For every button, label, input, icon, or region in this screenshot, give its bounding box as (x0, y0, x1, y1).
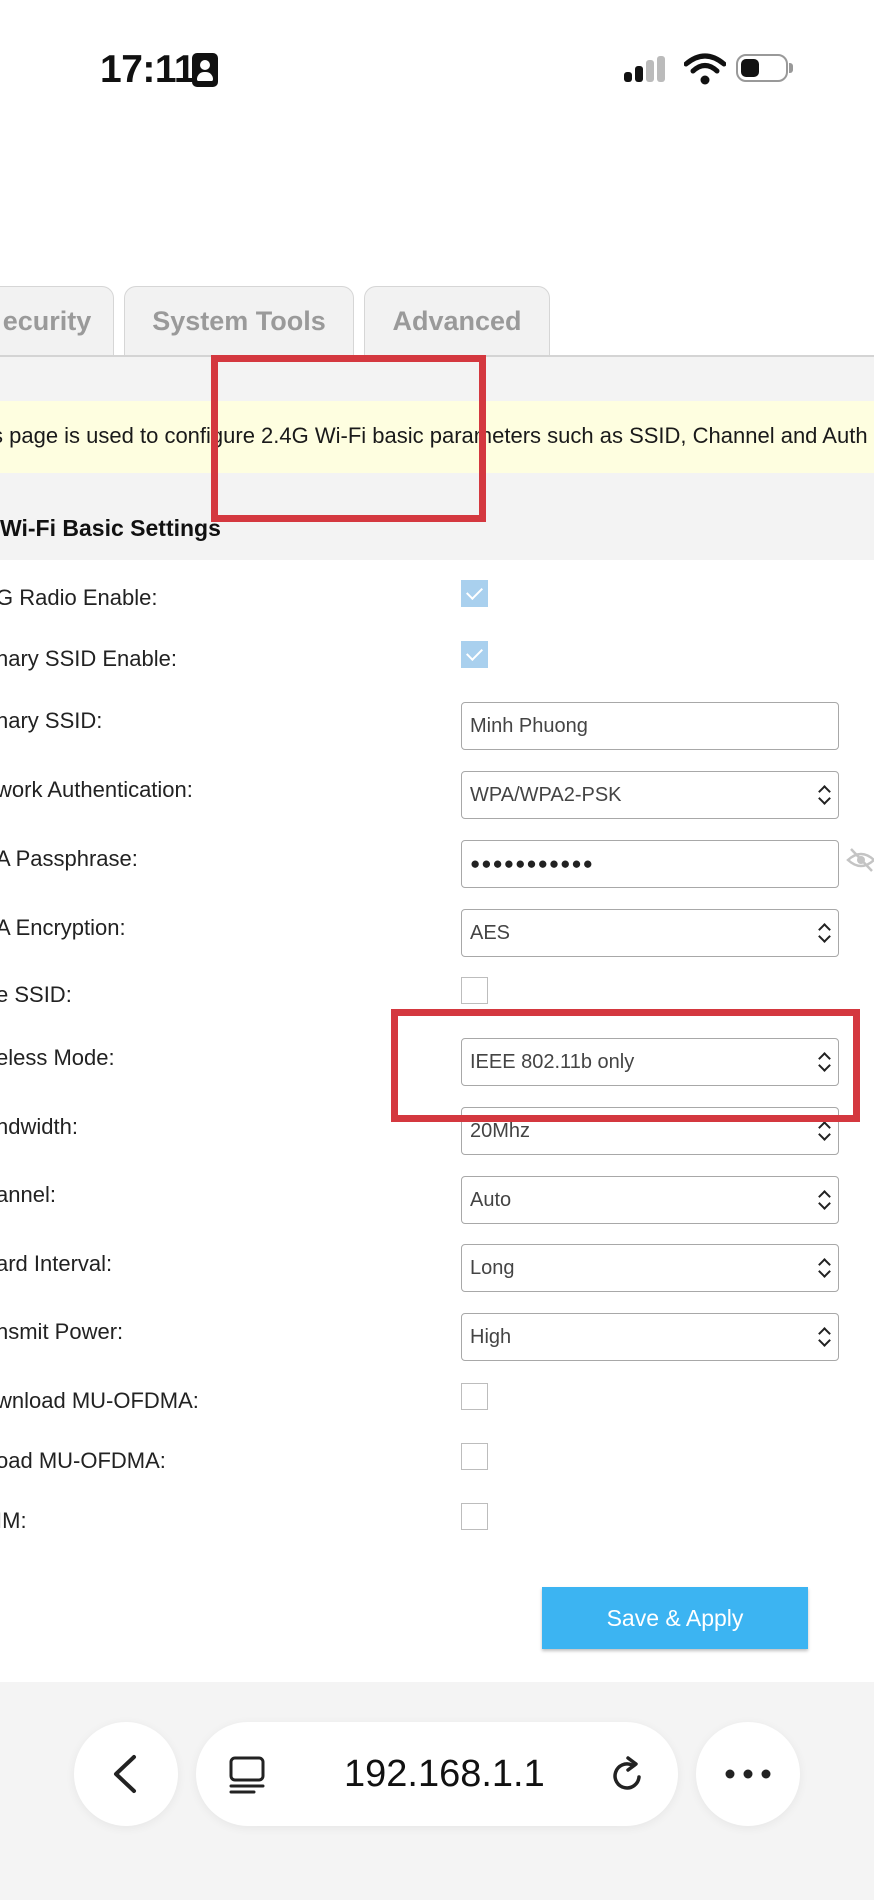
dl-mu-ofdma-checkbox[interactable] (461, 1383, 488, 1410)
eye-slash-icon[interactable] (846, 846, 874, 874)
select-chevron-icon (818, 1254, 830, 1282)
contact-card-icon (192, 53, 218, 87)
transmit-power-select[interactable]: High (461, 1313, 839, 1361)
guard-interval-select[interactable]: Long (461, 1244, 839, 1292)
wireless-mode-label: eless Mode: (0, 1045, 115, 1070)
channel-label: annel: (0, 1182, 56, 1207)
transmit-power-value: High (470, 1326, 512, 1348)
wmm-label: IM: (0, 1508, 27, 1533)
hide-ssid-label: e SSID: (0, 982, 72, 1007)
wmm-checkbox[interactable] (461, 1503, 488, 1530)
tab-advanced[interactable]: Advanced (364, 286, 550, 356)
radio-enable-label: G Radio Enable: (0, 585, 158, 610)
primary-ssid-input[interactable]: Minh Phuong (461, 702, 839, 750)
address-bar[interactable]: 192.168.1.1 (196, 1722, 678, 1826)
passphrase-value: ●●●●●●●●●●● (470, 854, 594, 873)
passphrase-input[interactable]: ●●●●●●●●●●● (461, 840, 839, 888)
encryption-select[interactable]: AES (461, 909, 839, 957)
bandwidth-value: 20Mhz (470, 1120, 531, 1142)
url-text: 192.168.1.1 (344, 1753, 545, 1795)
channel-value: Auto (470, 1189, 512, 1211)
tab-system-tools-label: System Tools (152, 306, 326, 336)
highlight-box-wireless-mode (391, 1009, 860, 1122)
select-chevron-icon (818, 919, 830, 947)
encryption-value: AES (470, 922, 511, 944)
dl-mu-ofdma-label: wnload MU-OFDMA: (0, 1388, 199, 1413)
tab-security-label: ecurity (2, 306, 92, 336)
network-auth-value: WPA/WPA2-PSK (470, 784, 622, 806)
encryption-label: A Encryption: (0, 915, 126, 940)
tab-security[interactable]: ecurity (0, 286, 114, 356)
bandwidth-label: ndwidth: (0, 1114, 78, 1139)
hide-ssid-checkbox[interactable] (461, 977, 488, 1004)
save-apply-button[interactable]: Save & Apply (542, 1587, 808, 1649)
primary-ssid-label: nary SSID: (0, 708, 103, 733)
more-dots-icon (725, 1769, 771, 1779)
network-auth-select[interactable]: WPA/WPA2-PSK (461, 771, 839, 819)
select-chevron-icon (818, 781, 830, 809)
ul-mu-ofdma-label: oad MU-OFDMA: (0, 1448, 166, 1473)
tab-overview-icon[interactable] (228, 1755, 266, 1795)
section-title: Wi-Fi Basic Settings (0, 515, 221, 541)
back-button[interactable] (74, 1722, 178, 1826)
cellular-signal-icon (624, 56, 670, 88)
reload-icon[interactable] (608, 1755, 646, 1795)
tab-system-tools[interactable]: System Tools (124, 286, 354, 356)
radio-enable-checkbox[interactable] (461, 580, 488, 607)
tab-advanced-label: Advanced (392, 306, 522, 336)
wifi-icon (684, 53, 726, 85)
primary-ssid-value: Minh Phuong (470, 715, 588, 737)
network-auth-label: work Authentication: (0, 777, 193, 802)
select-chevron-icon (818, 1323, 830, 1351)
passphrase-label: A Passphrase: (0, 846, 138, 871)
status-time: 17:11 (100, 48, 196, 91)
select-chevron-icon (818, 1186, 830, 1214)
battery-icon (736, 54, 796, 84)
primary-ssid-enable-label: nary SSID Enable: (0, 646, 177, 671)
transmit-power-label: nsmit Power: (0, 1319, 124, 1344)
primary-ssid-enable-checkbox[interactable] (461, 641, 488, 668)
guard-interval-label: ard Interval: (0, 1251, 113, 1276)
chevron-left-icon (114, 1755, 136, 1793)
more-button[interactable] (696, 1722, 800, 1826)
guard-interval-value: Long (470, 1257, 515, 1279)
highlight-box-info (211, 355, 486, 522)
ul-mu-ofdma-checkbox[interactable] (461, 1443, 488, 1470)
channel-select[interactable]: Auto (461, 1176, 839, 1224)
